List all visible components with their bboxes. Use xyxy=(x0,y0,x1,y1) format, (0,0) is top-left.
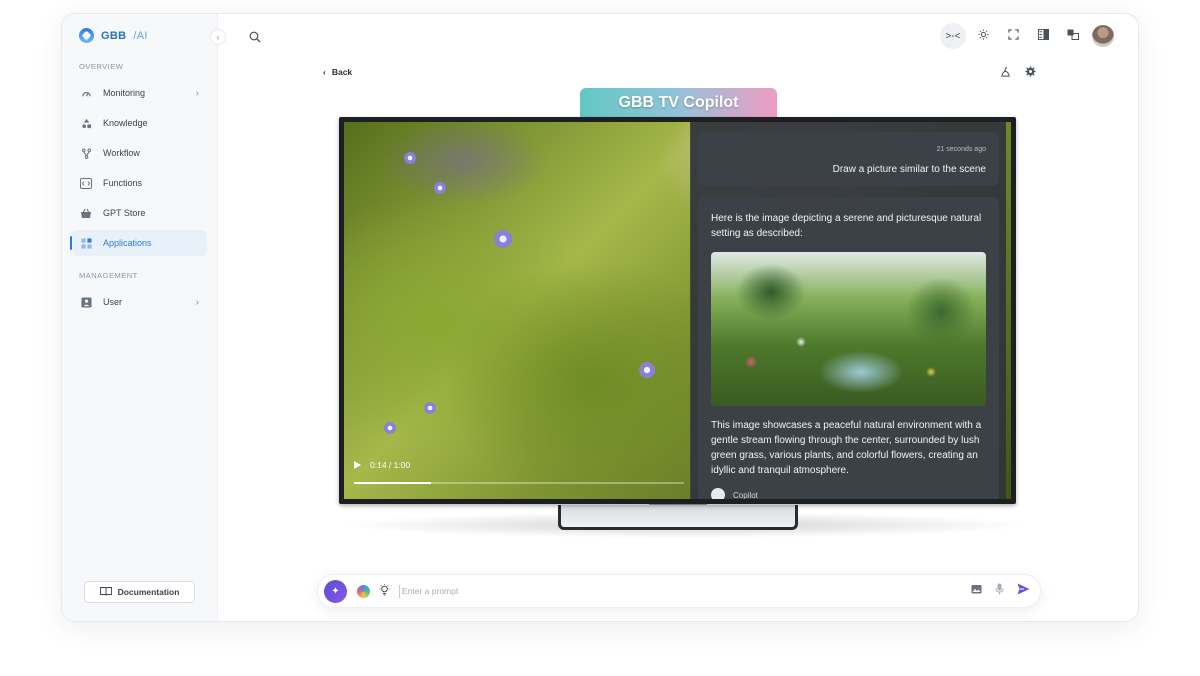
branch-icon xyxy=(80,147,92,159)
message-time: 21 seconds ago xyxy=(936,146,986,153)
video-progress-fill xyxy=(354,482,431,484)
copilot-message: Here is the image depicting a serene and… xyxy=(698,197,999,499)
theme-toggle-button[interactable] xyxy=(970,23,996,49)
logo-text: GBB xyxy=(101,29,127,42)
shapes-icon xyxy=(80,117,92,129)
collapse-sidebar-button[interactable]: ‹ xyxy=(210,29,226,45)
play-icon[interactable] xyxy=(354,461,361,469)
sidebar: GBB/AI OVERVIEW Monitoring › Knowledge W… xyxy=(62,14,218,621)
copilot-icon[interactable] xyxy=(357,584,370,598)
documentation-label: Documentation xyxy=(117,587,180,597)
clean-icon[interactable] xyxy=(1000,66,1011,80)
tv-frame: 0:14 / 1:00 21 seconds ago Draw a pictur… xyxy=(339,117,1016,504)
gauge-icon xyxy=(80,87,92,99)
translate-button[interactable] xyxy=(1060,23,1086,49)
sidebar-item-label: Applications xyxy=(103,238,152,248)
sidebar-item-user[interactable]: User › xyxy=(72,289,207,315)
image-upload-icon[interactable] xyxy=(971,584,982,597)
user-card-icon xyxy=(80,296,92,308)
fullscreen-button[interactable] xyxy=(1000,23,1026,49)
video-screen[interactable]: 0:14 / 1:00 21 seconds ago Draw a pictur… xyxy=(344,122,1011,499)
back-label: Back xyxy=(331,67,353,77)
content-tools xyxy=(1000,66,1036,80)
sidebar-item-label: Workflow xyxy=(103,148,140,158)
message-intro: Here is the image depicting a serene and… xyxy=(711,213,982,239)
fullscreen-icon xyxy=(1007,29,1019,43)
logo[interactable]: GBB/AI xyxy=(79,28,148,43)
sidebar-item-label: GPT Store xyxy=(103,208,146,218)
generated-image[interactable] xyxy=(711,252,986,406)
sidebar-item-applications[interactable]: Applications xyxy=(70,230,207,256)
documentation-button[interactable]: Documentation xyxy=(84,581,195,603)
chevron-right-icon: › xyxy=(195,296,199,308)
sidebar-item-label: User xyxy=(103,297,123,307)
video-time: 0:14 / 1:00 xyxy=(370,460,411,470)
apps-icon xyxy=(80,237,92,249)
message-text: Draw a picture similar to the scene xyxy=(832,164,986,175)
sidebar-item-gpt-store[interactable]: GPT Store xyxy=(72,200,207,226)
flower-decoration xyxy=(434,182,446,194)
sparkle-icon: ✦ xyxy=(331,585,340,597)
layout-button[interactable] xyxy=(1030,23,1056,49)
section-overview: OVERVIEW xyxy=(79,62,124,71)
layout-icon xyxy=(1037,29,1049,43)
user-avatar[interactable] xyxy=(1092,25,1114,47)
flower-decoration xyxy=(424,402,436,414)
sun-icon xyxy=(977,29,989,43)
sidebar-item-monitoring[interactable]: Monitoring › xyxy=(72,80,207,106)
author-name: Copilot xyxy=(733,490,758,500)
sidebar-item-label: Functions xyxy=(103,178,143,188)
magic-button[interactable]: ✦ xyxy=(324,579,347,603)
sidebar-item-label: Knowledge xyxy=(103,118,148,128)
arrows-in-icon: >-< xyxy=(945,30,961,42)
logo-icon xyxy=(79,28,94,43)
sidebar-item-workflow[interactable]: Workflow xyxy=(72,140,207,166)
user-message: 21 seconds ago Draw a picture similar to… xyxy=(698,132,999,186)
code-compare-button[interactable]: >-< xyxy=(940,23,966,49)
prompt-input[interactable] xyxy=(402,586,942,596)
logo-suffix: /AI xyxy=(133,29,148,42)
book-icon xyxy=(99,586,112,598)
chat-panel: 21 seconds ago Draw a picture similar to… xyxy=(690,122,1006,499)
send-icon[interactable] xyxy=(1017,583,1030,598)
section-management: MANAGEMENT xyxy=(79,271,138,280)
flower-decoration xyxy=(404,152,416,164)
video-progress-bar[interactable] xyxy=(354,482,684,484)
app-window: GBB/AI OVERVIEW Monitoring › Knowledge W… xyxy=(61,13,1139,622)
translate-icon xyxy=(1067,29,1079,43)
video-controls: 0:14 / 1:00 xyxy=(354,460,410,470)
tv-stand xyxy=(558,505,798,530)
chevron-right-icon: › xyxy=(195,87,199,99)
search-icon[interactable] xyxy=(249,30,261,43)
prompt-bar: ✦ xyxy=(317,574,1041,608)
prompt-actions xyxy=(971,583,1030,598)
copilot-avatar xyxy=(711,488,725,499)
settings-icon[interactable] xyxy=(1025,66,1036,80)
flower-decoration xyxy=(639,362,655,378)
code-icon xyxy=(80,177,92,189)
chevron-left-icon: ‹ xyxy=(323,67,326,77)
prompt-separator xyxy=(399,584,400,598)
microphone-icon[interactable] xyxy=(995,583,1004,598)
back-button[interactable]: ‹ Back xyxy=(323,67,352,77)
message-author: Copilot xyxy=(711,488,758,499)
flower-decoration xyxy=(384,422,396,434)
basket-icon xyxy=(80,207,92,219)
tv-title: GBB TV Copilot xyxy=(580,88,777,118)
lightbulb-icon[interactable] xyxy=(379,583,390,599)
sidebar-item-label: Monitoring xyxy=(103,88,146,98)
sidebar-item-knowledge[interactable]: Knowledge xyxy=(72,110,207,136)
message-description: This image showcases a peaceful natural … xyxy=(711,420,982,476)
top-actions: >-< xyxy=(940,23,1114,49)
flower-decoration xyxy=(494,230,512,248)
sidebar-item-functions[interactable]: Functions xyxy=(72,170,207,196)
chevron-left-icon: ‹ xyxy=(216,32,220,42)
